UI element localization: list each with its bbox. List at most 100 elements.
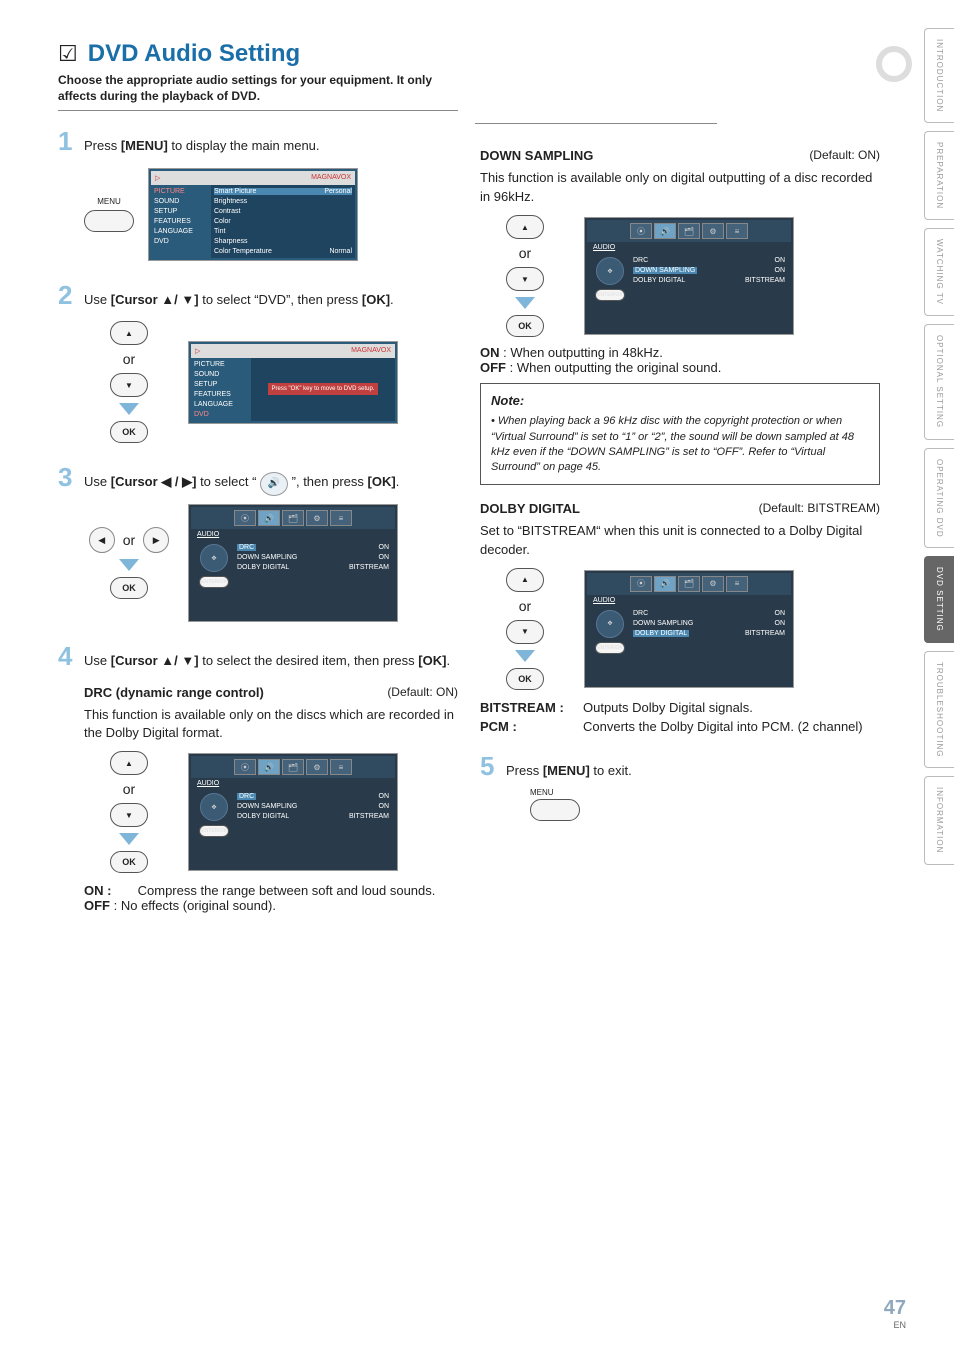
left-icon: ◀: [98, 535, 105, 546]
remote-menu-button: [84, 210, 134, 232]
down-off-text: : When outputting the original sound.: [510, 360, 722, 375]
drc-value-3: ON: [775, 257, 786, 264]
down-label-4: DOWN SAMPLING: [633, 620, 693, 627]
remote-up-button-3: ▲: [506, 215, 544, 239]
t4-3-icon: 🗂: [678, 576, 700, 592]
right-icon: ▶: [153, 535, 160, 546]
pcm-label: PCM :: [480, 719, 575, 734]
step-5-pre: Press: [506, 763, 543, 778]
enter-ok-label-3: ENTER/OK: [595, 289, 625, 301]
audio-title-1: AUDIO: [191, 529, 395, 540]
dolby-heading: DOLBY DIGITAL: [480, 501, 580, 516]
t4-audio-icon: 🔊: [654, 576, 676, 592]
dolby-desc: Set to “BITSTREAM“ when this unit is con…: [480, 522, 880, 560]
down-value-1: ON: [379, 554, 390, 561]
step-5-post: to exit.: [590, 763, 632, 778]
step-1-text-pre: Press: [84, 138, 121, 153]
remote-down-button-3: ▼: [506, 267, 544, 291]
step-4-mid: to select the desired item, then press: [199, 653, 419, 668]
t3-1-icon: ⦿: [630, 223, 652, 239]
step-4-post: .: [446, 653, 450, 668]
up-icon-2: ▲: [125, 759, 133, 768]
step-2-post: .: [390, 292, 394, 307]
note-box: Note: • When playing back a 96 kHz disc …: [480, 383, 880, 485]
tv2-nav-5: DVD: [194, 411, 248, 418]
enter-ok-label-4: ENTER/OK: [595, 642, 625, 654]
drc-on-text: Compress the range between soft and loud…: [138, 883, 436, 898]
t4-5-icon: ≡: [726, 576, 748, 592]
up-icon-3: ▲: [521, 223, 529, 232]
tv-screen-dvd-menu: ▷MAGNAVOX PICTURE SOUND SETUP FEATURES L…: [188, 341, 398, 424]
t2-1-icon: ⦿: [234, 759, 256, 775]
tv1-row0-v: Personal: [324, 188, 352, 195]
tv1-row6-v: Normal: [329, 248, 352, 255]
step-4-bold: [Cursor ▲/ ▼]: [111, 653, 199, 668]
step-3: 3 Use [Cursor ◀ / ▶] to select “ 🔊 ”, th…: [58, 459, 458, 622]
step-3-post2: .: [396, 474, 400, 489]
tv2-nav-4: LANGUAGE: [194, 401, 248, 408]
tab-4-icon: ⚙: [306, 510, 328, 526]
step-2: 2 Use [Cursor ▲/ ▼] to select “DVD”, the…: [58, 277, 458, 443]
flow-arrow-down-icon-3: [119, 833, 139, 845]
step-3-bold: [Cursor ◀ / ▶]: [111, 474, 197, 489]
page-number-block: 47 EN: [884, 1297, 906, 1330]
t4-1-icon: ⦿: [630, 576, 652, 592]
drc-value-2: ON: [379, 793, 390, 800]
remote-down-button-2: ▼: [110, 803, 148, 827]
remote-up-button: ▲: [110, 321, 148, 345]
page-subtitle: Choose the appropriate audio settings fo…: [58, 72, 458, 111]
column-rule: [475, 123, 717, 124]
t2-4-icon: ⚙: [306, 759, 328, 775]
down-icon-3: ▼: [521, 275, 529, 284]
step-4-number: 4: [58, 638, 76, 674]
drc-label-1: DRC: [237, 544, 256, 551]
dolby-label-2: DOLBY DIGITAL: [237, 813, 289, 820]
step-3-bold2: [OK]: [368, 474, 396, 489]
tv1-nav-2: SETUP: [154, 208, 208, 215]
remote-down-button-4: ▼: [506, 620, 544, 644]
drc-label-2: DRC: [237, 793, 256, 800]
step-2-pre: Use: [84, 292, 111, 307]
tv1-row5-k: Sharpness: [214, 238, 247, 245]
tv-screen-audio-drc: ⦿ 🔊 🗂 ⚙ ≡ AUDIO ✥ ENTER/OK: [188, 504, 398, 622]
drc-heading: DRC (dynamic range control): [84, 685, 264, 700]
audio-title-4: AUDIO: [587, 595, 791, 606]
tv1-row6-k: Color Temperature: [214, 248, 272, 255]
step-5-number: 5: [480, 748, 498, 784]
step-1: 1 Press [MENU] to display the main menu.…: [58, 123, 458, 260]
t2-5-icon: ≡: [330, 759, 352, 775]
tv1-nav-4: LANGUAGE: [154, 228, 208, 235]
tv-brand-2: MAGNAVOX: [351, 347, 391, 354]
dolby-label-1: DOLBY DIGITAL: [237, 564, 289, 571]
step-2-mid: to select “DVD”, then press: [199, 292, 362, 307]
enter-ok-label-2: ENTER/OK: [199, 825, 229, 837]
enter-ok-label-1: ENTER/OK: [199, 576, 229, 588]
nav-pad-icon: ✥: [200, 544, 228, 572]
tv1-nav-3: FEATURES: [154, 218, 208, 225]
tv1-row0-k: Smart Picture: [214, 188, 256, 195]
step-3-pre: Use: [84, 474, 111, 489]
tv2-nav-0: PICTURE: [194, 361, 248, 368]
or-label-4: or: [519, 245, 531, 261]
tv-screen-picture-menu: ▷MAGNAVOX PICTURE SOUND SETUP FEATURES L…: [148, 168, 358, 261]
down-value-2: ON: [379, 803, 390, 810]
dolby-value-2: BITSTREAM: [349, 813, 389, 820]
down-value-4: ON: [775, 620, 786, 627]
down-label-2: DOWN SAMPLING: [237, 803, 297, 810]
drc-value-4: ON: [775, 610, 786, 617]
note-text: • When playing back a 96 kHz disc with t…: [491, 414, 869, 476]
step-1-text-bold: [MENU]: [121, 138, 168, 153]
step-2-number: 2: [58, 277, 76, 313]
step-5: 5 Press [MENU] to exit. MENU: [480, 748, 880, 821]
t3-5-icon: ≡: [726, 223, 748, 239]
remote-up-button-4: ▲: [506, 568, 544, 592]
down-on-text: : When outputting in 48kHz.: [503, 345, 663, 360]
bitstream-text: Outputs Dolby Digital signals.: [583, 700, 880, 715]
down-icon: ▼: [125, 381, 133, 390]
remote-ok-button-1: OK: [110, 421, 148, 443]
down-label-3: DOWN SAMPLING: [633, 267, 697, 274]
remote-menu-button-2: [530, 799, 580, 821]
up-icon: ▲: [125, 329, 133, 338]
t2-3-icon: 🗂: [282, 759, 304, 775]
check-icon: ☑: [58, 41, 78, 67]
